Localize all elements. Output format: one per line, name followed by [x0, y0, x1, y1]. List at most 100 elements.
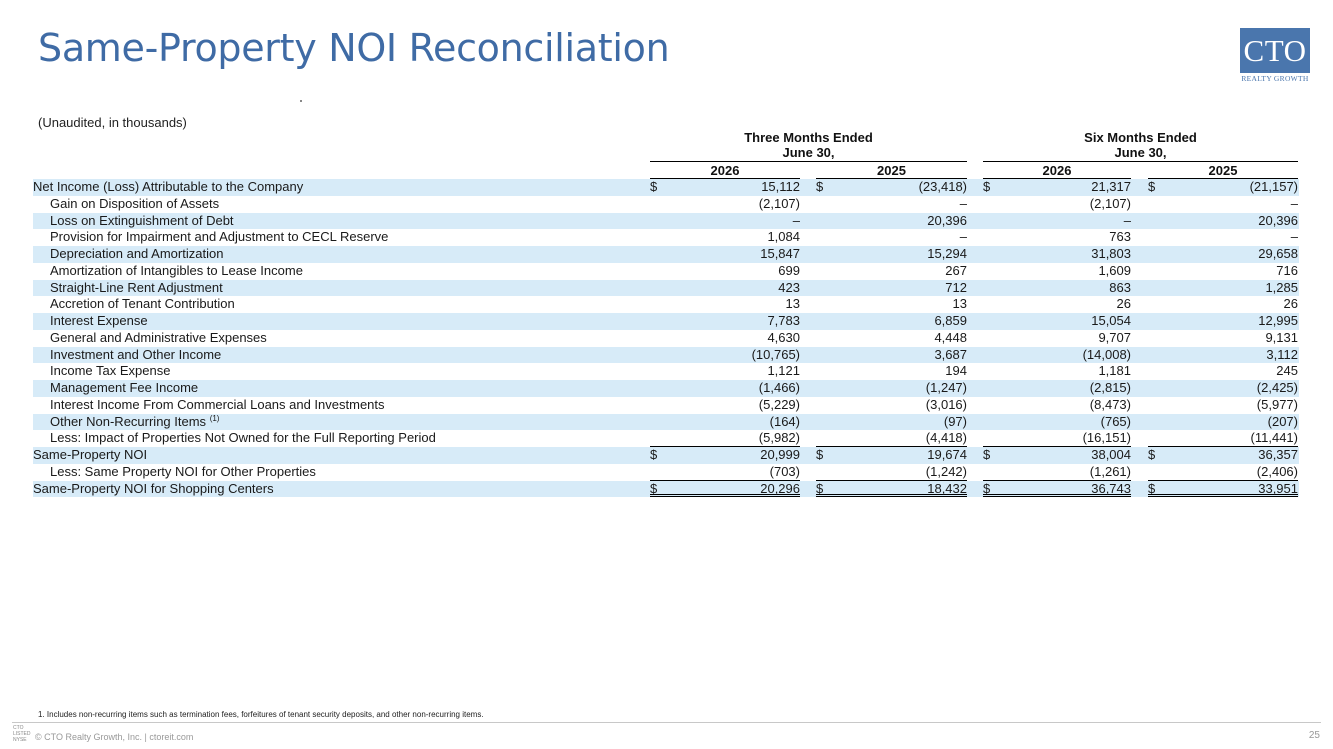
- table-row: Less: Same Property NOI for Other Proper…: [33, 464, 1299, 481]
- cell-value: (14,008): [1082, 346, 1131, 362]
- cell-value: 36,743: [983, 481, 1131, 498]
- cell-value: 1,285: [1265, 279, 1298, 295]
- cell-value: 9,707: [1098, 329, 1131, 345]
- row-label-text: Accretion of Tenant Contribution: [50, 296, 235, 312]
- row-label-text: Same-Property NOI for Shopping Centers: [33, 480, 274, 496]
- cell-value: (11,441): [1148, 430, 1298, 447]
- cell-value: 699: [778, 262, 800, 278]
- cell-value: (164): [769, 413, 800, 429]
- table-row: Other Non-Recurring Items (1) (164) (97) (7…: [33, 413, 1299, 431]
- year-header: 2026: [710, 163, 740, 178]
- six-months-line1: Six Months Ended: [1084, 130, 1197, 145]
- cell-value: 267: [945, 262, 967, 278]
- cell-value: (97): [943, 413, 967, 429]
- logo-subtitle: REALTY GROWTH: [1241, 74, 1309, 83]
- cell-value: 712: [945, 279, 967, 295]
- copyright: © CTO Realty Growth, Inc. | ctoreit.com: [35, 732, 194, 742]
- cell-value: (207): [1267, 413, 1298, 429]
- cell-value: (2,425): [1256, 380, 1298, 395]
- row-label: Investment and Other Income: [50, 347, 221, 364]
- row-label-text: General and Administrative Expenses: [50, 329, 267, 345]
- table-row: Investment and Other Income (10,765) 3,687…: [33, 346, 1299, 364]
- cell-value: (703): [650, 464, 800, 481]
- logo-mark: CTO: [1240, 28, 1310, 73]
- row-label: Amortization of Intangibles to Lease Inc…: [50, 263, 303, 280]
- cell-value: (765): [1100, 413, 1131, 429]
- cell-value: 12,995: [1258, 313, 1298, 328]
- table-row: Net Income (Loss) Attributable to the Co…: [33, 179, 1299, 196]
- table-row: Management Fee Income (1,466) (1,247) (2,81…: [33, 380, 1299, 397]
- cell-value: 29,658: [1258, 246, 1298, 261]
- year-header: 2025: [877, 163, 906, 178]
- three-months-line2: June 30,: [782, 145, 835, 160]
- row-label-text: Interest Expense: [50, 313, 148, 328]
- cell-value: 20,396: [927, 212, 967, 228]
- table-row: Less: Impact of Properties Not Owned for…: [33, 430, 1299, 447]
- three-months-header: Three Months Ended June 30,: [650, 130, 967, 160]
- cell-value: 3,687: [934, 346, 967, 362]
- table-row: Straight-Line Rent Adjustment 423 712 863 1,…: [33, 279, 1299, 297]
- row-label-text: Same-Property NOI: [33, 447, 148, 462]
- cell-value: (1,466): [758, 380, 800, 395]
- row-label-text: Investment and Other Income: [50, 346, 222, 362]
- noi-reconciliation-table: Net Income (Loss) Attributable to the Co…: [33, 179, 1299, 498]
- row-label: Net Income (Loss) Attributable to the Co…: [33, 179, 303, 196]
- row-label-text: Interest Income From Commercial Loans an…: [50, 396, 385, 412]
- cell-value: (4,418): [816, 430, 967, 447]
- row-label: Income Tax Expense: [50, 363, 170, 380]
- cell-value: 863: [1109, 279, 1131, 295]
- year-header: 2025: [1208, 163, 1238, 178]
- cell-value: 1,084: [767, 229, 800, 245]
- row-label-text: Provision for Impairment and Adjustment …: [50, 229, 389, 245]
- row-label: Less: Same Property NOI for Other Proper…: [50, 464, 316, 481]
- cell-value: 245: [1276, 363, 1298, 379]
- three-months-rule: [650, 161, 967, 162]
- cell-value: 716: [1276, 262, 1298, 278]
- table-row: Loss on Extinguishment of Debt – 20,396 – 20…: [33, 212, 1299, 230]
- cell-value: 3,112: [1266, 346, 1298, 362]
- cell-value: (1,247): [925, 380, 967, 395]
- row-label: Interest Income From Commercial Loans an…: [50, 397, 385, 414]
- cell-value: 13: [785, 296, 800, 312]
- cell-value: 4,630: [767, 329, 800, 345]
- row-label-text: Loss on Extinguishment of Debt: [50, 212, 234, 228]
- table-row: Interest Expense 7,783 6,859 15,054 12,995: [33, 313, 1299, 330]
- cell-value: (2,815): [1089, 380, 1131, 395]
- cell-value: (2,406): [1148, 464, 1298, 481]
- cell-value: (8,473): [1089, 396, 1131, 412]
- cell-value: 26: [1283, 296, 1298, 312]
- table-row: Interest Income From Commercial Loans an…: [33, 397, 1299, 414]
- row-label: General and Administrative Expenses: [50, 330, 267, 347]
- six-months-header: Six Months Ended June 30,: [983, 130, 1298, 160]
- cell-value: (2,107): [1089, 195, 1131, 211]
- cell-value: 36,357: [1258, 447, 1298, 462]
- three-months-line1: Three Months Ended: [744, 130, 873, 145]
- cell-value: 9,131: [1265, 329, 1298, 345]
- table-row: Amortization of Intangibles to Lease Inc…: [33, 263, 1299, 280]
- cell-value: –: [959, 195, 967, 211]
- cell-value: 13: [952, 296, 967, 312]
- cell-value: 21,317: [1091, 179, 1131, 194]
- row-label-text: Less: Impact of Properties Not Owned for…: [50, 430, 436, 446]
- row-label: Accretion of Tenant Contribution: [50, 296, 235, 313]
- row-label-text: Less: Same Property NOI for Other Proper…: [50, 463, 316, 479]
- year-header: 2026: [1042, 163, 1072, 178]
- row-label: Same-Property NOI: [33, 447, 147, 464]
- cell-value: –: [1290, 229, 1298, 245]
- cell-value: 194: [945, 363, 967, 379]
- cell-value: (1,261): [983, 464, 1131, 481]
- footer-divider: [12, 722, 1321, 723]
- row-label: Same-Property NOI for Shopping Centers: [33, 481, 274, 498]
- row-label-text: Income Tax Expense: [50, 363, 171, 379]
- table-row: Gain on Disposition of Assets (2,107) – (2,…: [33, 196, 1299, 213]
- page-number: 25: [1308, 730, 1320, 741]
- cell-value: 4,448: [934, 329, 967, 345]
- row-label: Straight-Line Rent Adjustment: [50, 280, 223, 297]
- cell-value: (10,765): [751, 346, 800, 362]
- footnote: 1. Includes non-recurring items such as …: [38, 710, 484, 719]
- cell-value: (5,977): [1256, 396, 1298, 412]
- cell-value: 763: [1109, 229, 1131, 245]
- row-label: Less: Impact of Properties Not Owned for…: [50, 430, 436, 447]
- cell-value: 1,181: [1098, 363, 1131, 379]
- cell-value: –: [792, 212, 800, 228]
